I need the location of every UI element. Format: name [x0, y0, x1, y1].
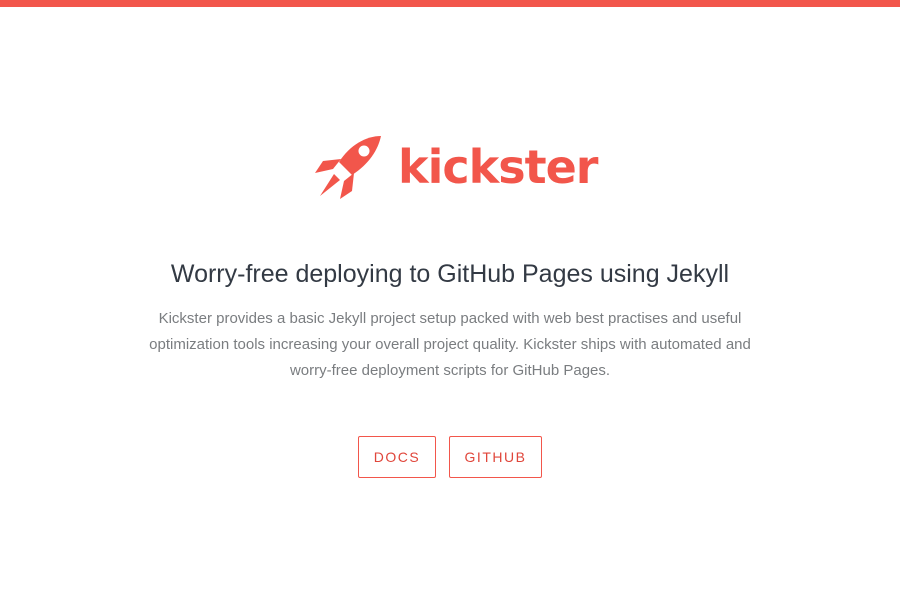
brand-wordmark: kickster	[398, 140, 598, 194]
rocket-icon	[315, 136, 381, 199]
hero-actions: DOCS GITHUB	[0, 436, 900, 480]
top-accent-bar	[0, 0, 900, 7]
hero-headline: Worry-free deploying to GitHub Pages usi…	[170, 260, 730, 288]
docs-button[interactable]: DOCS	[358, 436, 436, 478]
github-button[interactable]: GITHUB	[449, 436, 542, 478]
hero-description: Kickster provides a basic Jekyll project…	[149, 310, 751, 379]
brand-logo[interactable]: kickster	[0, 128, 900, 204]
